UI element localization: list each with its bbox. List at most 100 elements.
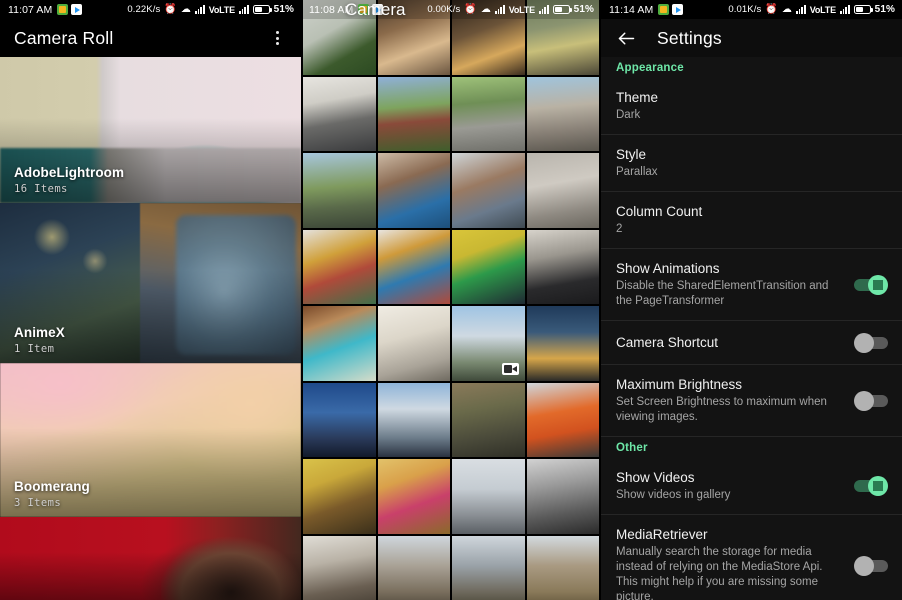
album-item-boomerang[interactable]: Boomerang 3 Items: [0, 363, 301, 517]
settings-row-subtitle: Disable the SharedElementTransition and …: [616, 280, 829, 307]
status-clock: 11:07 AM: [8, 3, 53, 16]
settings-row-maximum-brightness[interactable]: Maximum Brightness Set Screen Brightness …: [601, 365, 902, 437]
toggle-switch-maximum-brightness[interactable]: [854, 390, 888, 411]
photo-thumbnail[interactable]: [452, 229, 525, 304]
status-notification-icons: [658, 4, 684, 15]
photo-thumbnail[interactable]: [303, 153, 376, 228]
wifi-icon: ☁: [480, 3, 491, 15]
photo-thumbnail[interactable]: [526, 382, 599, 457]
battery-icon: [853, 5, 873, 14]
wifi-icon: ☁: [781, 3, 792, 15]
settings-row-theme[interactable]: Theme Dark: [601, 78, 902, 135]
settings-row-title: Column Count: [616, 204, 703, 219]
album-item-3[interactable]: [0, 517, 301, 600]
photo-thumbnail[interactable]: [303, 229, 376, 304]
settings-row-style[interactable]: Style Parallax: [601, 135, 902, 192]
photo-thumbnail[interactable]: [452, 76, 525, 151]
switch-thumb: [868, 274, 888, 295]
settings-row-text: Column Count 2: [616, 203, 888, 237]
settings-row-text: MediaRetriever Manually search the storag…: [616, 526, 854, 600]
app-bar-settings: Settings: [601, 19, 902, 57]
status-right-icons: 0.22K/s ⏰ ☁ VoLTE 51%: [127, 4, 294, 15]
signal-icon-2: [238, 5, 249, 14]
photo-thumbnail[interactable]: [377, 306, 450, 381]
volte-label: VoLTE: [508, 4, 535, 15]
settings-row-camera-shortcut[interactable]: Camera Shortcut: [601, 321, 902, 365]
battery-icon: [252, 5, 272, 14]
battery-percent-label: 51%: [874, 4, 895, 15]
photo-thumbnail[interactable]: [526, 153, 599, 228]
wifi-icon: ☁: [180, 3, 191, 15]
settings-row-mediaretriever[interactable]: MediaRetriever Manually search the storag…: [601, 515, 902, 600]
album-name: AnimeX: [14, 325, 65, 340]
signal-icon: [495, 5, 505, 14]
back-arrow-icon[interactable]: [615, 27, 637, 49]
album-list[interactable]: AdobeLightroom 16 Items AnimeX 1 Item Boomer…: [0, 57, 301, 600]
signal-icon-2: [538, 5, 549, 14]
album-item-animex[interactable]: AnimeX 1 Item: [0, 203, 301, 363]
photo-thumbnail[interactable]: [452, 306, 525, 381]
settings-row-title: Maximum Brightness: [616, 377, 743, 392]
status-notification-icons: [57, 4, 83, 15]
photo-thumbnail[interactable]: [452, 382, 525, 457]
photo-thumbnail[interactable]: [303, 306, 376, 381]
photo-thumbnail[interactable]: [452, 153, 525, 228]
photo-thumbnail[interactable]: [452, 459, 525, 534]
toggle-switch-camera-shortcut[interactable]: [854, 332, 888, 353]
photo-thumbnail[interactable]: [377, 459, 450, 534]
settings-row-subtitle: Show videos in gallery: [616, 489, 731, 501]
photo-thumbnail[interactable]: [452, 535, 525, 600]
settings-row-title: Style: [616, 147, 647, 162]
signal-icon: [796, 5, 806, 14]
signal-icon: [195, 5, 205, 14]
photo-thumbnail[interactable]: [377, 229, 450, 304]
alarm-icon: ⏰: [765, 3, 778, 15]
settings-row-show-videos[interactable]: Show Videos Show videos in gallery: [601, 458, 902, 515]
photo-thumbnail[interactable]: [377, 153, 450, 228]
album-name: Boomerang: [14, 479, 90, 494]
switch-thumb: [868, 476, 888, 496]
album-label: Boomerang 3 Items: [14, 479, 90, 509]
settings-row-title: Show Videos: [616, 470, 695, 485]
photo-thumbnail[interactable]: [526, 306, 599, 381]
photo-thumbnail[interactable]: [526, 76, 599, 151]
app-bar-camera-roll: Camera Roll: [0, 19, 301, 57]
kebab-dot-3: [275, 42, 279, 46]
toggle-switch-show-videos[interactable]: [854, 476, 888, 496]
settings-row-subtitle: 2: [616, 223, 623, 235]
settings-section-header: Appearance: [616, 62, 684, 74]
album-item-count: 1 Item: [14, 343, 55, 355]
switch-thumb: [854, 332, 874, 353]
album-item-count: 3 Items: [14, 497, 62, 509]
settings-row-title: MediaRetriever: [616, 527, 708, 542]
settings-row-column-count[interactable]: Column Count 2: [601, 192, 902, 249]
toggle-switch-show-animations[interactable]: [854, 274, 888, 295]
photo-thumbnail[interactable]: [526, 229, 599, 304]
photo-thumbnail[interactable]: [303, 535, 376, 600]
settings-row-title: Show Animations: [616, 261, 720, 276]
toggle-switch-mediaretriever[interactable]: [854, 555, 888, 576]
photo-thumbnail[interactable]: [526, 459, 599, 534]
photo-thumbnail[interactable]: [303, 459, 376, 534]
page-title: Camera Roll: [14, 27, 114, 48]
photo-thumbnail[interactable]: [303, 382, 376, 457]
settings-list[interactable]: Appearance Theme Dark Style Parallax Column C…: [601, 57, 902, 600]
album-item-adobelightroom[interactable]: AdobeLightroom 16 Items: [0, 57, 301, 203]
photo-thumbnail[interactable]: [377, 382, 450, 457]
photo-thumbnail[interactable]: [526, 535, 599, 600]
settings-row-show-animations[interactable]: Show Animations Disable the SharedElement…: [601, 249, 902, 321]
battery-icon: [552, 5, 572, 14]
photo-thumbnail[interactable]: [377, 535, 450, 600]
settings-row-text: Theme Dark: [616, 89, 888, 123]
album-name: AdobeLightroom: [14, 165, 125, 180]
album-item-count: 16 Items: [14, 183, 68, 195]
network-speed-label: 0.00K/s: [427, 4, 461, 15]
status-bar-albums: 11:07 AM 0.22K/s ⏰ ☁ VoLTE 51%: [0, 0, 301, 19]
photo-thumbnail[interactable]: [303, 76, 376, 151]
signal-icon-2: [839, 5, 850, 14]
photo-thumbnail[interactable]: [377, 76, 450, 151]
settings-row-title: Theme: [616, 90, 659, 105]
photo-grid[interactable]: [301, 0, 601, 600]
overflow-menu-icon[interactable]: [267, 28, 287, 48]
settings-section-header: Other: [616, 442, 648, 454]
